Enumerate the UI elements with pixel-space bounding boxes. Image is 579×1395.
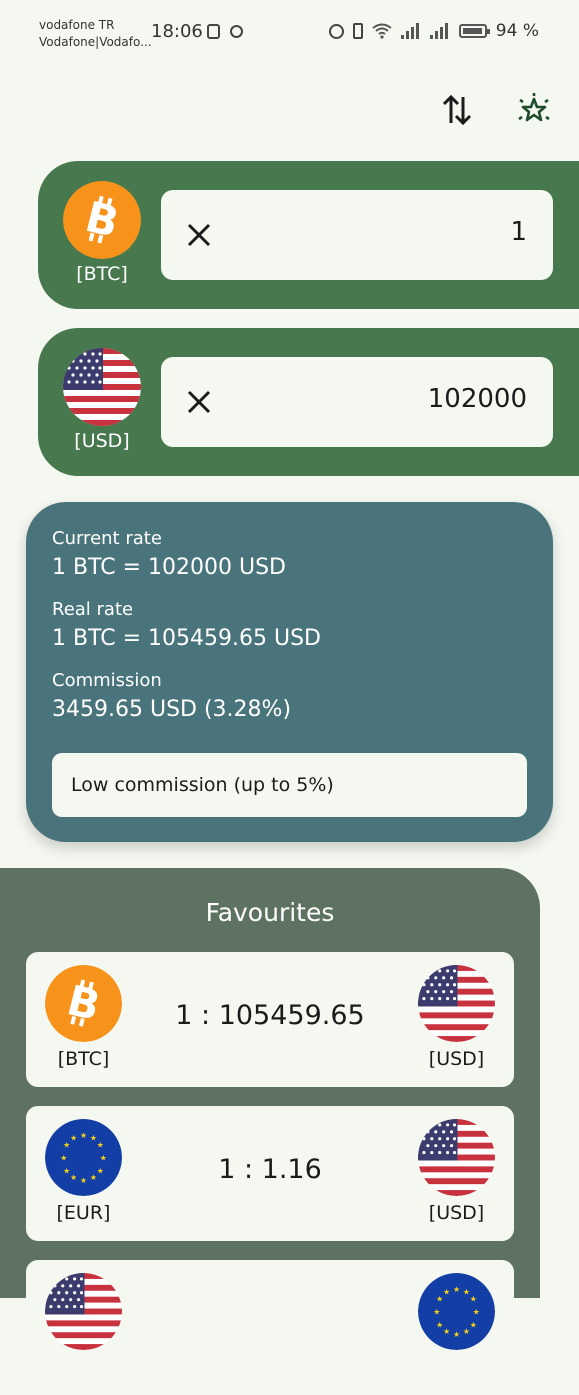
app-notification-icon xyxy=(229,25,243,38)
favourite-from-code: [BTC] xyxy=(57,1048,110,1070)
commission-level-badge: Low commission (up to 5%) xyxy=(52,753,527,817)
battery-percent: 94 % xyxy=(495,21,539,41)
bitcoin-icon[interactable] xyxy=(63,181,141,259)
status-notification-icons xyxy=(205,22,243,40)
carrier-line-2: Vodafone|Vodafo... xyxy=(39,35,152,49)
from-currency-code: [BTC] xyxy=(76,263,128,285)
carrier-name: vodafone TR Vodafone|Vodafo... xyxy=(39,17,152,51)
swap-vertical-icon xyxy=(442,94,472,126)
alarm-icon xyxy=(328,23,344,39)
signal-2-icon xyxy=(429,23,450,39)
status-time: 18:06 xyxy=(151,21,203,42)
bitcoin-icon xyxy=(45,965,122,1042)
favourites-title: Favourites xyxy=(205,898,335,927)
us-flag-icon xyxy=(418,965,495,1042)
favourite-from-code: [EUR] xyxy=(56,1202,111,1224)
to-amount-value[interactable]: 102000 xyxy=(428,384,527,414)
favourites-panel: Favourites [BTC] 1 : 105459.65 [USD] [EU… xyxy=(0,868,540,1395)
vibrate-icon xyxy=(352,23,363,39)
from-amount-field[interactable]: 1 xyxy=(161,190,553,280)
favourite-rate: 1 : 105459.65 xyxy=(175,1000,365,1031)
favourite-button[interactable] xyxy=(512,88,556,132)
carrier-line-1: vodafone TR xyxy=(39,18,115,32)
status-bar: vodafone TR Vodafone|Vodafo... 18:06 94 … xyxy=(0,0,579,64)
to-amount-field[interactable]: 102000 xyxy=(161,357,553,447)
favourite-item[interactable]: [BTC] 1 : 105459.65 [USD] xyxy=(26,952,514,1087)
from-currency-card: [BTC] 1 xyxy=(38,161,579,309)
eu-flag-icon xyxy=(45,1119,122,1196)
battery-icon xyxy=(458,24,490,38)
wifi-icon xyxy=(372,23,392,39)
favourite-to-code: [USD] xyxy=(428,1202,485,1224)
nfc-icon xyxy=(207,24,220,39)
us-flag-icon xyxy=(418,1119,495,1196)
favourite-rate: 1 : 1.16 xyxy=(218,1154,322,1185)
eu-flag-icon xyxy=(418,1273,495,1350)
favourite-item[interactable]: [EUR] 1 : 1.16 [USD] xyxy=(26,1106,514,1241)
to-currency-code: [USD] xyxy=(74,430,130,452)
star-sparkle-icon xyxy=(518,93,550,122)
us-flag-icon xyxy=(45,1273,122,1350)
rate-info-card: Current rate 1 BTC = 102000 USD Real rat… xyxy=(26,502,553,842)
current-rate-value: 1 BTC = 102000 USD xyxy=(52,555,286,580)
current-rate-label: Current rate xyxy=(52,528,162,549)
commission-value: 3459.65 USD (3.28%) xyxy=(52,697,292,722)
status-system-icons: 94 % xyxy=(328,21,539,41)
from-amount-value[interactable]: 1 xyxy=(510,217,527,247)
signal-1-icon xyxy=(400,23,421,39)
to-currency-card: [USD] 102000 xyxy=(38,328,579,476)
real-rate-label: Real rate xyxy=(52,599,134,620)
clear-icon[interactable] xyxy=(183,386,215,418)
swap-button[interactable] xyxy=(435,88,479,132)
favourite-item[interactable] xyxy=(26,1260,514,1395)
favourite-to-code: [USD] xyxy=(428,1048,485,1070)
real-rate-value: 1 BTC = 105459.65 USD xyxy=(52,626,321,651)
clear-icon[interactable] xyxy=(183,219,215,251)
us-flag-icon[interactable] xyxy=(63,348,141,426)
commission-label: Commission xyxy=(52,670,162,691)
